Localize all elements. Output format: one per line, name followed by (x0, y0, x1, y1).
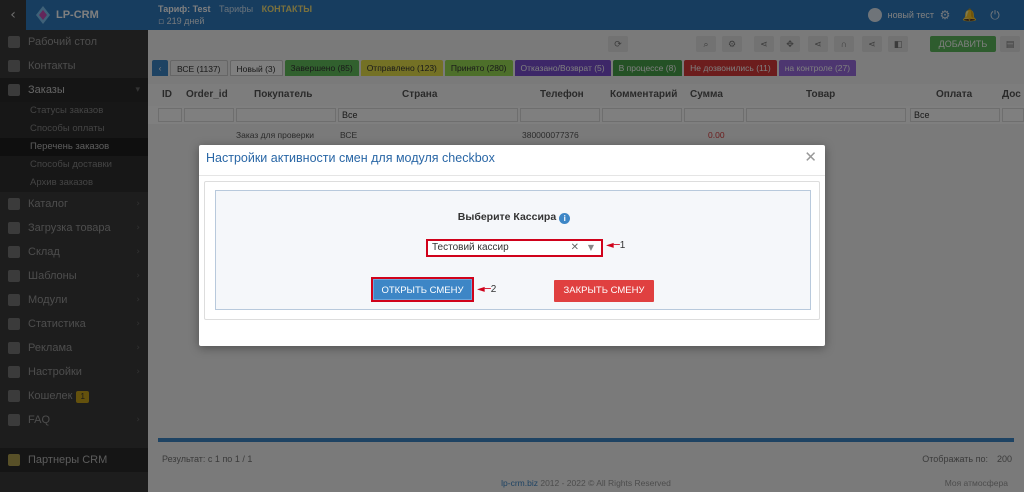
modal-title: Настройки активности смен для модуля che… (206, 151, 495, 165)
arrow-left-icon: ◄─ (477, 284, 491, 295)
clear-icon[interactable]: ✕ (571, 241, 579, 255)
arrow-left-icon: ◄─ (606, 240, 620, 251)
close-shift-button[interactable]: ЗАКРЫТЬ СМЕНУ (554, 280, 654, 302)
open-shift-label: ОТКРЫТЬ СМЕНУ (373, 279, 472, 300)
cashier-panel: Выберите Кассира i Тестовий кассир ✕ ▼ ◄─… (215, 190, 811, 310)
open-shift-button[interactable]: ОТКРЫТЬ СМЕНУ (371, 277, 474, 302)
shift-settings-modal: Настройки активности смен для модуля che… (199, 145, 825, 346)
info-icon[interactable]: i (559, 213, 571, 224)
cashier-label-text: Выберите Кассира (457, 211, 557, 223)
chevron-down-icon[interactable]: ▼ (588, 241, 594, 255)
cashier-select-value: Тестовий кассир (432, 242, 509, 253)
annotation-2: ◄─2 (477, 284, 496, 295)
modal-body: Выберите Кассира i Тестовий кассир ✕ ▼ ◄─… (204, 181, 820, 320)
modal-divider (199, 175, 825, 176)
annotation-1: ◄─1 (606, 240, 625, 251)
annotation-2-number: 2 (490, 284, 497, 295)
cashier-select[interactable]: Тестовий кассир ✕ ▼ (426, 239, 603, 257)
cashier-label: Выберите Кассира i (216, 211, 812, 224)
close-icon[interactable]: ✕ (804, 148, 817, 166)
annotation-1-number: 1 (619, 240, 626, 251)
